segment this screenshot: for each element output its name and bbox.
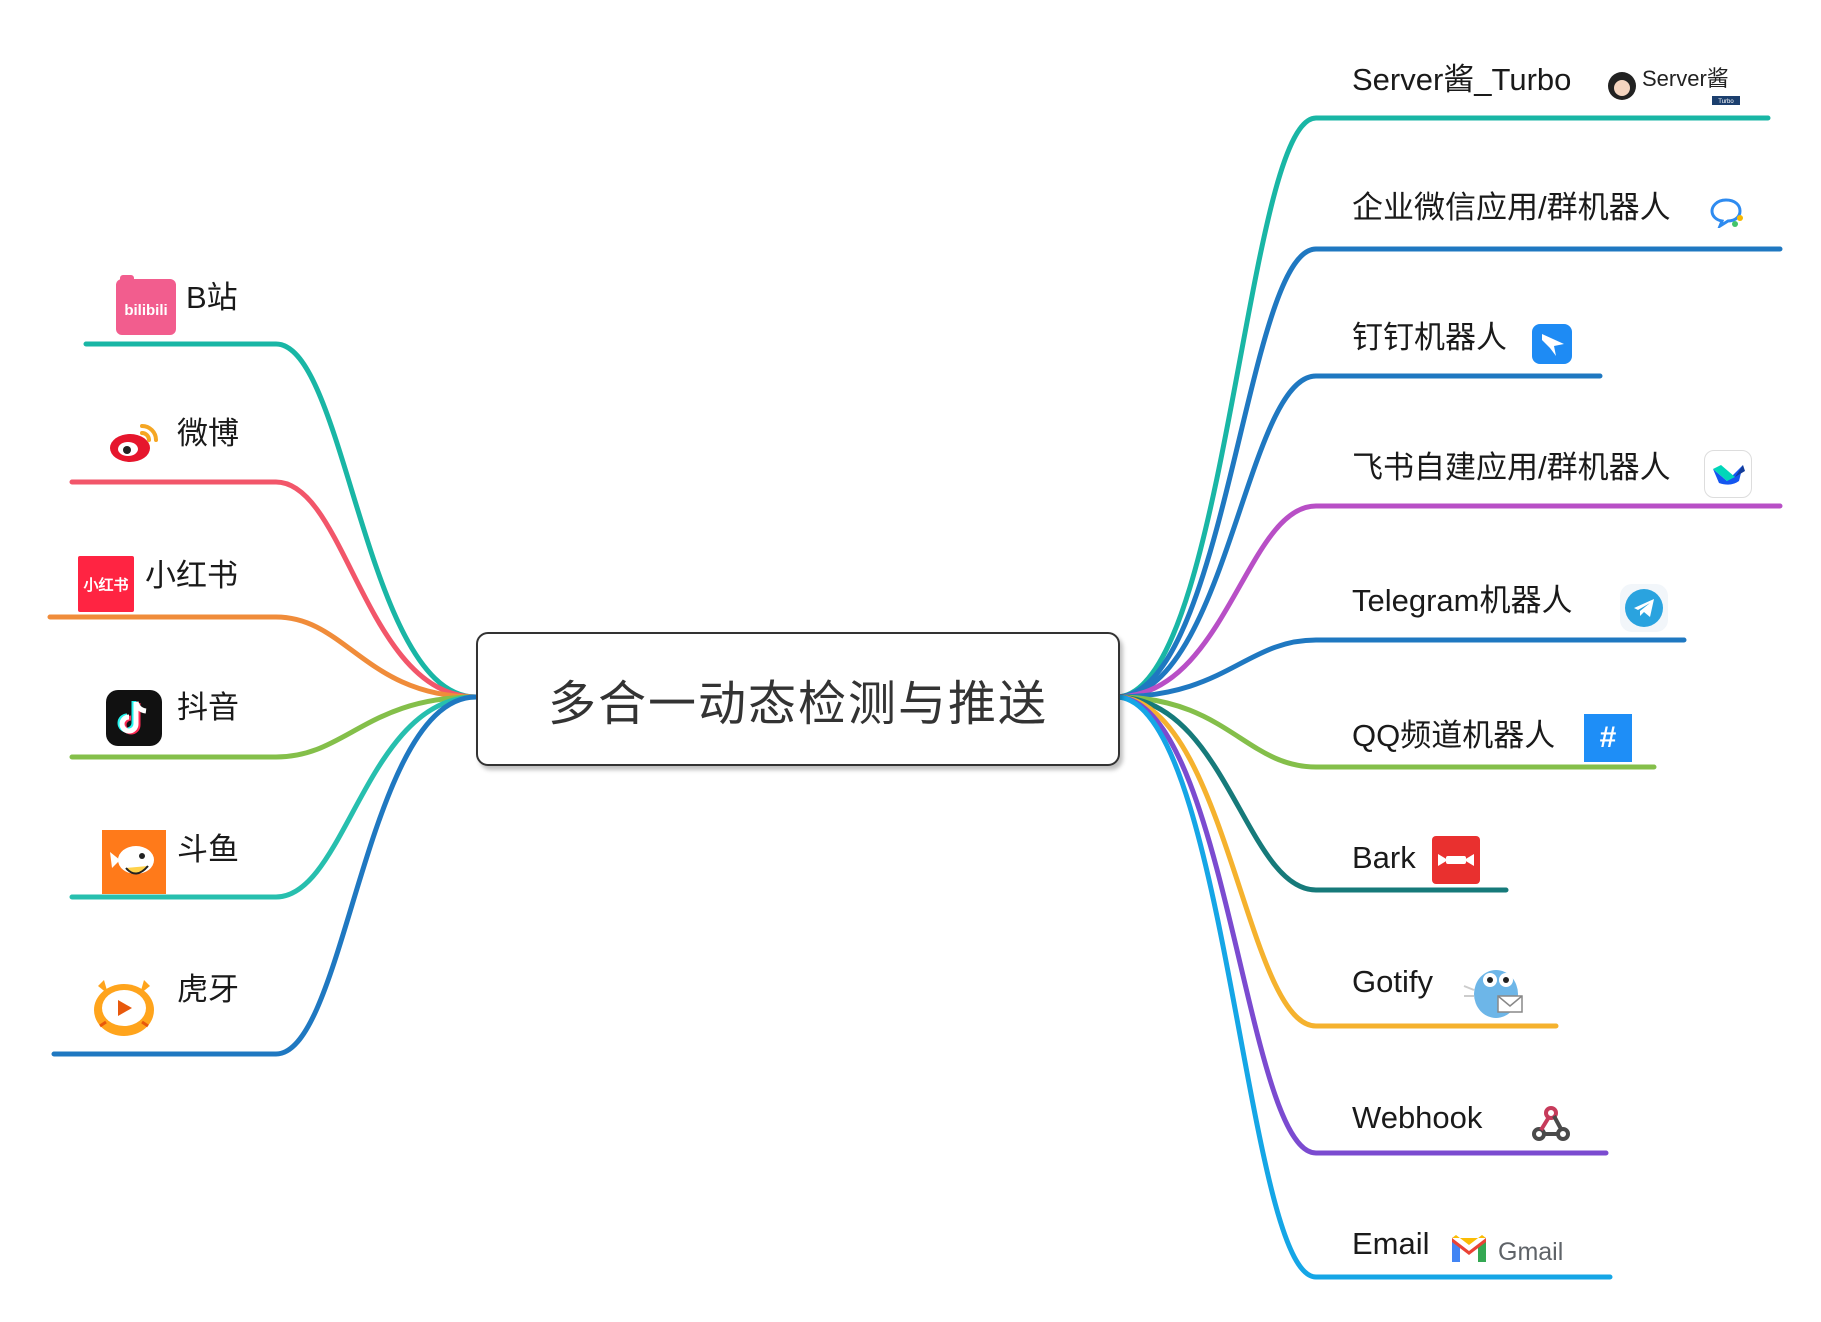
gotify-icon bbox=[1460, 956, 1532, 1024]
connector-source-2 bbox=[47, 614, 479, 700]
bark-icon bbox=[1432, 836, 1480, 884]
xiaohongshu-icon: 小红书 bbox=[78, 556, 134, 612]
telegram-icon bbox=[1620, 584, 1668, 632]
source-label-weibo[interactable]: 微博 bbox=[177, 416, 239, 452]
qq-channel-hash: # bbox=[1599, 721, 1617, 754]
feishu-icon bbox=[1704, 450, 1752, 498]
gmail-wordmark: Gmail bbox=[1498, 1238, 1563, 1266]
target-label-gotify[interactable]: Gotify bbox=[1352, 964, 1433, 1000]
gmail-icon: Gmail bbox=[1450, 1230, 1580, 1268]
source-label-douyin[interactable]: 抖音 bbox=[177, 690, 239, 726]
source-label-douyu[interactable]: 斗鱼 bbox=[177, 832, 239, 868]
central-topic-label: 多合一动态检测与推送 bbox=[547, 678, 1048, 731]
serverchan-logo-text: Server酱 bbox=[1642, 66, 1729, 91]
target-label-telegram[interactable]: Telegram机器人 bbox=[1352, 583, 1573, 619]
dingtalk-icon bbox=[1532, 324, 1572, 364]
central-topic[interactable]: 多合一动态检测与推送 bbox=[476, 632, 1120, 766]
target-label-qq-channel[interactable]: QQ频道机器人 bbox=[1352, 718, 1555, 754]
target-label-webhook[interactable]: Webhook bbox=[1352, 1100, 1482, 1136]
huya-icon bbox=[90, 976, 158, 1038]
bilibili-icon: bilibili bbox=[116, 275, 176, 335]
target-label-dingtalk[interactable]: 钉钉机器人 bbox=[1352, 320, 1507, 356]
serverchan-badge-text: Turbo bbox=[1718, 99, 1734, 105]
wecom-icon bbox=[1710, 196, 1746, 230]
source-label-huya[interactable]: 虎牙 bbox=[177, 972, 239, 1008]
serverchan-icon: Server酱 Turbo bbox=[1606, 60, 1746, 110]
douyu-icon bbox=[102, 830, 166, 894]
source-label-bilibili[interactable]: B站 bbox=[186, 280, 238, 316]
connector-target-2 bbox=[1113, 373, 1603, 700]
target-label-feishu[interactable]: 飞书自建应用/群机器人 bbox=[1352, 450, 1671, 486]
target-label-serverchan[interactable]: Server酱_Turbo bbox=[1352, 62, 1571, 98]
target-label-wecom[interactable]: 企业微信应用/群机器人 bbox=[1352, 190, 1671, 226]
bilibili-logo-text: bilibili bbox=[124, 302, 167, 319]
weibo-icon bbox=[108, 418, 160, 464]
target-label-bark[interactable]: Bark bbox=[1352, 840, 1416, 876]
source-label-xiaohongshu[interactable]: 小红书 bbox=[145, 558, 238, 594]
xiaohongshu-logo-text: 小红书 bbox=[83, 576, 129, 594]
douyin-icon bbox=[106, 690, 162, 746]
webhook-icon bbox=[1530, 1104, 1572, 1144]
qq-channel-icon: # bbox=[1584, 714, 1632, 762]
target-label-email[interactable]: Email bbox=[1352, 1226, 1430, 1262]
connector-source-0 bbox=[83, 341, 479, 700]
